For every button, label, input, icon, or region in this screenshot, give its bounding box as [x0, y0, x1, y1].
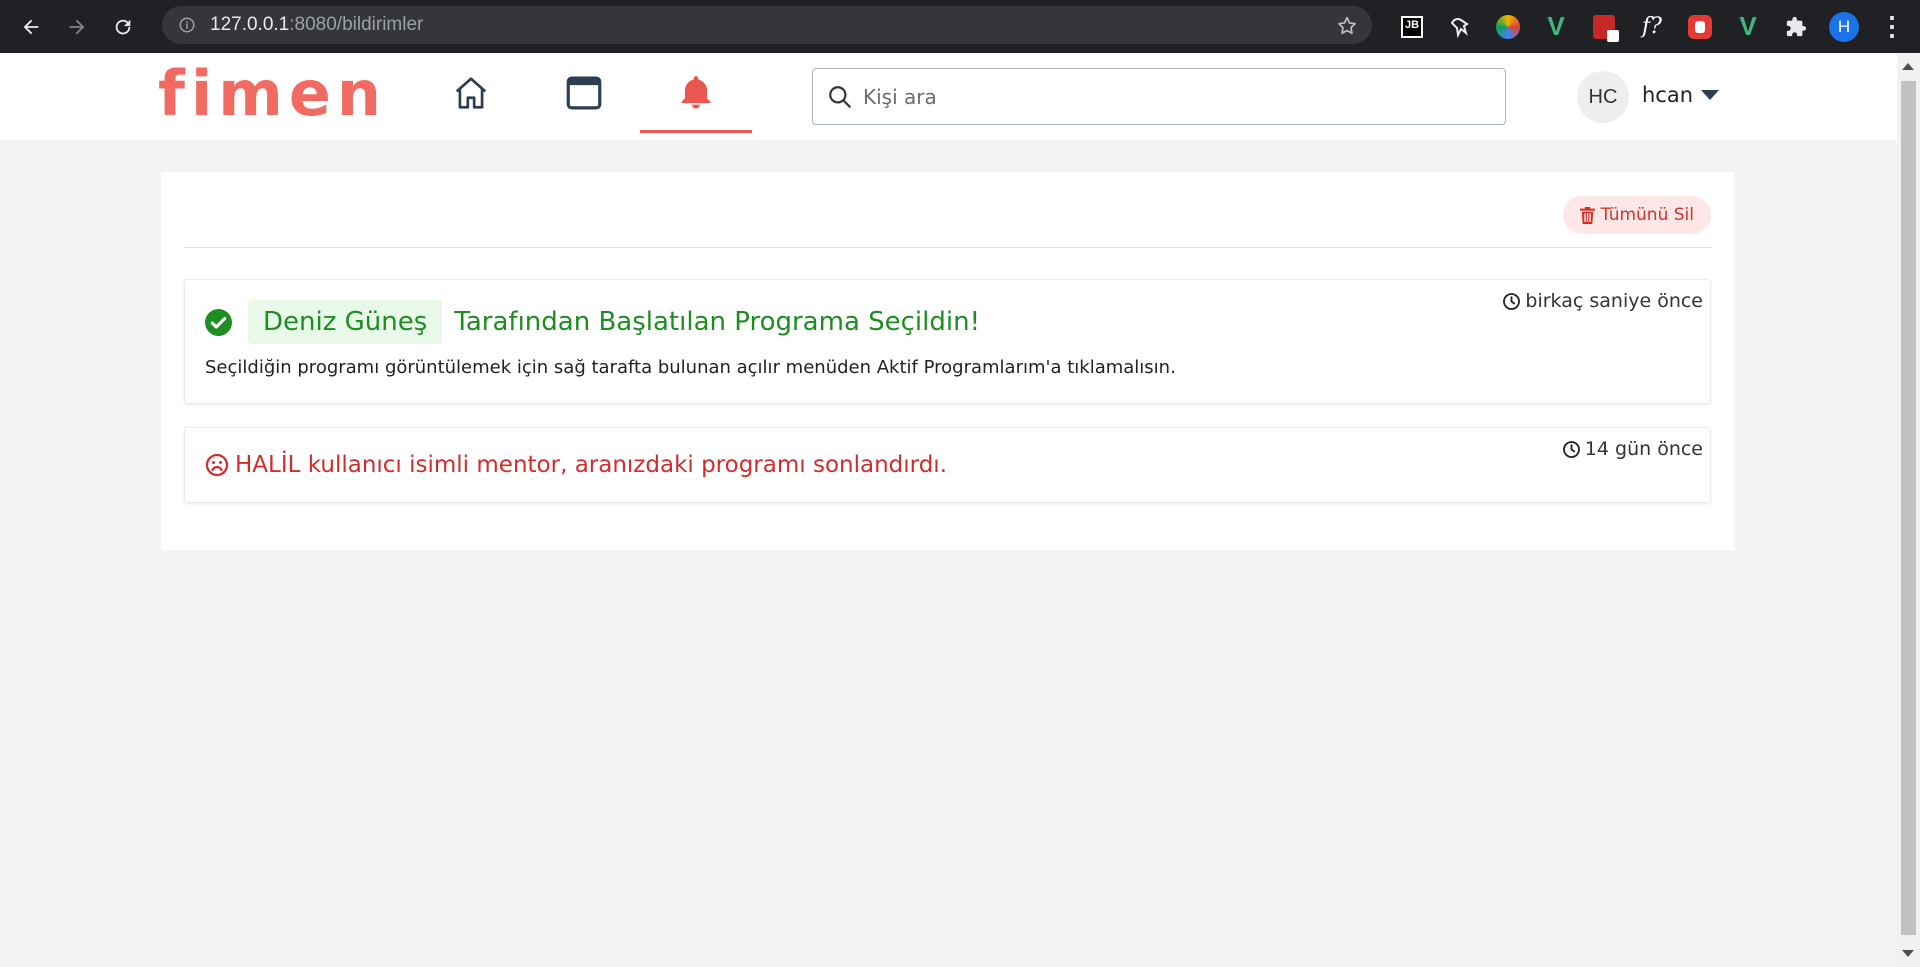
info-icon[interactable] — [178, 16, 196, 34]
profile-avatar[interactable]: H — [1820, 0, 1868, 53]
clock-icon — [1503, 292, 1521, 310]
scroll-down-arrow-icon[interactable] — [1902, 950, 1914, 957]
browser-menu-icon[interactable]: ⋮ — [1868, 0, 1916, 53]
url-text: 127.0.0.1:8080/bildirimler — [210, 14, 424, 35]
pdf-icon[interactable] — [1580, 0, 1628, 53]
search-icon — [829, 85, 851, 108]
puzzle-icon[interactable] — [1772, 0, 1820, 53]
divider — [184, 247, 1711, 248]
check-circle-icon — [205, 308, 232, 336]
app-header: fimen HC hcan — [0, 53, 1897, 140]
search-input[interactable] — [863, 84, 1463, 109]
tab-notifications[interactable] — [640, 53, 752, 133]
notifications-panel: Tümünü Sil birkaç saniye önce Deniz Güne… — [161, 172, 1734, 550]
forward-button[interactable] — [60, 10, 94, 44]
notification-item[interactable]: 14 gün önce HALİL kullanıcı isimli mento… — [184, 427, 1711, 503]
notification-description: Seçildiğin programı görüntülemek için sa… — [205, 357, 1176, 378]
delete-all-label: Tümünü Sil — [1600, 205, 1694, 225]
user-menu[interactable]: hcan — [1642, 83, 1720, 107]
arrow-right-icon — [69, 19, 85, 34]
tab-home[interactable] — [415, 53, 527, 133]
browser-toolbar: 127.0.0.1:8080/bildirimler JB V f? V H ⋮ — [0, 0, 1920, 53]
home-icon — [455, 77, 487, 109]
jetbrains-icon[interactable]: JB — [1388, 0, 1436, 53]
adblock-icon[interactable] — [1676, 0, 1724, 53]
arrow-left-icon — [23, 19, 39, 34]
reload-button[interactable] — [106, 10, 140, 44]
trash-icon — [1579, 206, 1595, 224]
bookmark-star-icon[interactable] — [1336, 15, 1358, 37]
page-scrollbar[interactable] — [1897, 53, 1920, 967]
mentor-name-badge[interactable]: Deniz Güneş — [248, 300, 443, 344]
delete-all-button[interactable]: Tümünü Sil — [1562, 196, 1711, 234]
back-button[interactable] — [14, 10, 48, 44]
notification-title: Tarafından Başlatılan Programa Seçildin! — [454, 307, 981, 337]
font-finder-icon[interactable]: f? — [1628, 0, 1676, 53]
vue-devtools-icon[interactable]: V — [1532, 0, 1580, 53]
fimen-logo[interactable]: fimen — [158, 57, 387, 130]
notification-title: HALİL kullanıcı isimli mentor, aranızdak… — [235, 452, 948, 478]
tab-programs[interactable] — [528, 53, 640, 133]
time-label: birkaç saniye önce — [1525, 290, 1703, 312]
reload-icon — [115, 19, 131, 34]
vue-icon[interactable]: V — [1724, 0, 1772, 53]
scroll-up-arrow-icon[interactable] — [1902, 63, 1914, 70]
notification-item[interactable]: birkaç saniye önce Deniz Güneş Tarafında… — [184, 279, 1711, 404]
caret-down-icon — [1701, 90, 1720, 100]
notification-time: 14 gün önce — [1562, 438, 1703, 460]
notification-time: birkaç saniye önce — [1502, 290, 1703, 312]
clock-icon — [1562, 440, 1580, 458]
scroll-thumb[interactable] — [1901, 81, 1916, 935]
time-label: 14 gün önce — [1584, 438, 1703, 460]
sad-face-icon — [205, 453, 229, 477]
color-circle-icon[interactable] — [1484, 0, 1532, 53]
user-avatar[interactable]: HC — [1577, 71, 1629, 123]
search-box — [812, 68, 1506, 125]
bell-icon — [681, 75, 711, 109]
address-bar[interactable]: 127.0.0.1:8080/bildirimler — [162, 6, 1372, 44]
cowboy-hat-icon[interactable] — [1436, 0, 1484, 53]
extensions-bar: JB V f? V H ⋮ — [1388, 0, 1916, 53]
username: hcan — [1642, 83, 1694, 107]
window-icon — [566, 76, 602, 110]
